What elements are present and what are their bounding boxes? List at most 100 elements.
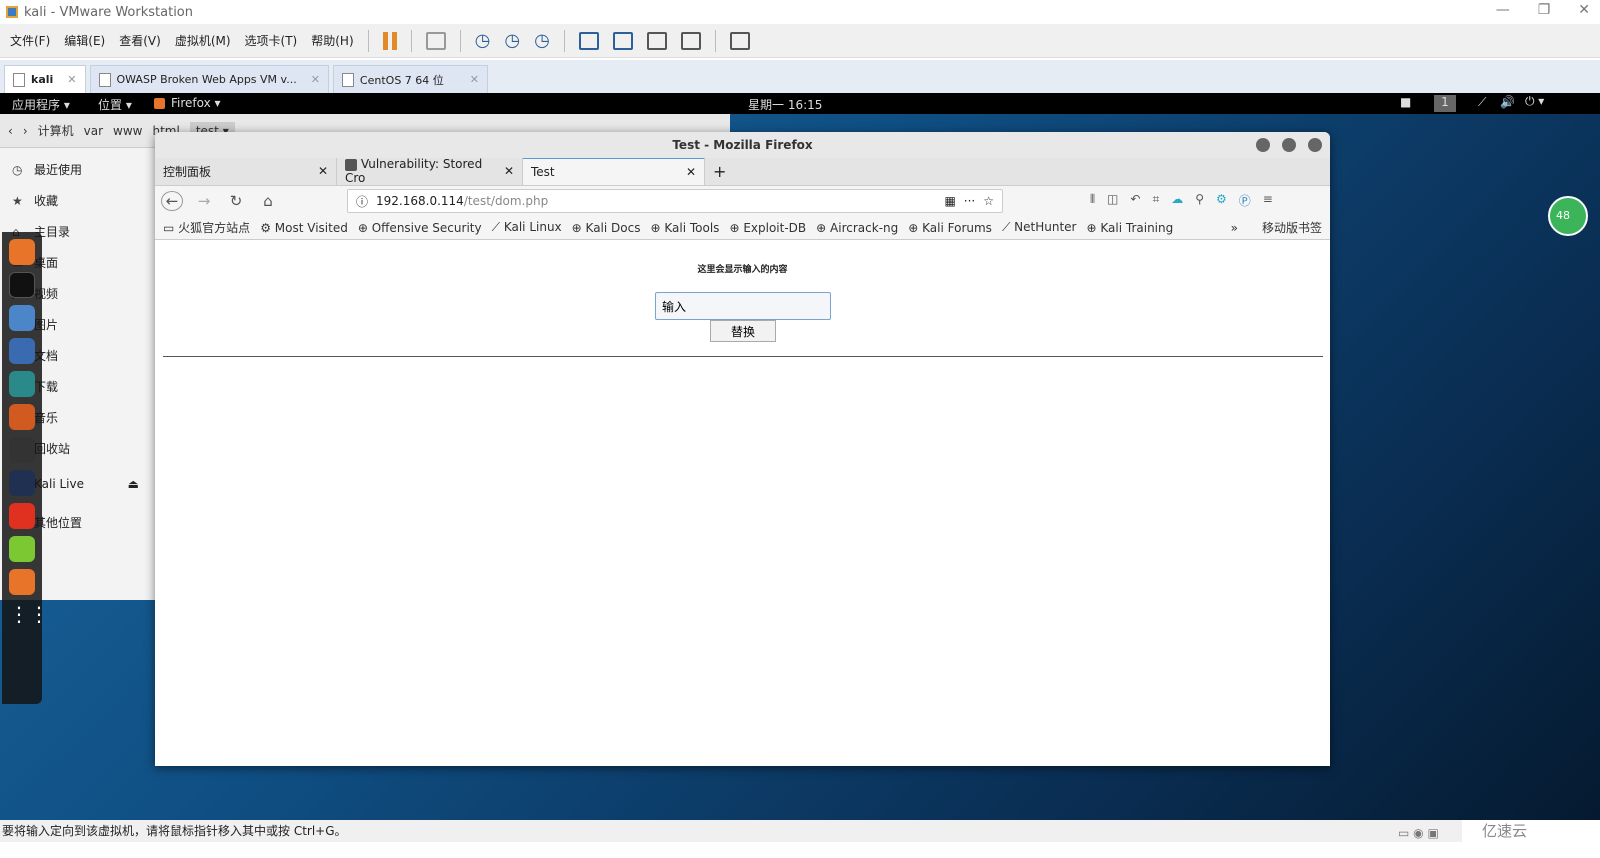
library-icon[interactable] <box>578 31 599 50</box>
bookmark-item[interactable]: ⚙ Most Visited <box>260 221 348 235</box>
firefox-dock-icon[interactable] <box>9 239 35 265</box>
url-bar[interactable]: ⓘ 192.168.0.114/test/dom.php ▦ ··· ☆ <box>347 189 1003 213</box>
thumbnail-icon[interactable] <box>729 31 750 50</box>
restore-button[interactable]: ❐ <box>1538 2 1551 18</box>
menu-tabs[interactable]: 选项卡(T) <box>245 32 298 49</box>
new-tab-button[interactable]: + <box>705 157 734 185</box>
burpsuite-dock-icon[interactable] <box>9 404 35 430</box>
forward-button[interactable]: → <box>193 192 215 210</box>
forward-button[interactable]: › <box>23 124 28 138</box>
path-www[interactable]: www <box>113 124 142 138</box>
show-apps-icon[interactable]: ⋮⋮ <box>9 602 49 628</box>
menu-vm[interactable]: 虚拟机(M) <box>175 32 231 49</box>
undo-icon[interactable]: ↶ <box>1130 192 1140 209</box>
bookmark-item[interactable]: ⟋ NetHunter <box>1002 220 1077 235</box>
snapshot-icon[interactable]: ◷ <box>475 30 491 51</box>
gear-extension-icon[interactable]: ⚙ <box>1216 192 1227 209</box>
tab-vulnerability[interactable]: Vulnerability: Stored Cro ✕ <box>337 157 523 185</box>
workspace-indicator[interactable]: 1 <box>1434 95 1456 112</box>
bookmark-item[interactable]: ⟋ Kali Linux <box>492 220 562 235</box>
mobile-bookmarks[interactable]: 移动版书签 <box>1262 219 1322 236</box>
close-button[interactable]: ✕ <box>1578 2 1590 18</box>
maltego-dock-icon[interactable] <box>9 437 35 463</box>
metasploit-dock-icon[interactable] <box>9 338 35 364</box>
bookmark-star-icon[interactable]: ☆ <box>983 194 994 208</box>
home-button[interactable]: ⌂ <box>257 192 279 210</box>
search-extension-icon[interactable]: ⚲ <box>1195 192 1204 209</box>
notes-dock-icon[interactable] <box>9 536 35 562</box>
minimize-button[interactable]: — <box>1496 2 1510 18</box>
bookmark-item[interactable]: ⊕ Kali Training <box>1087 221 1174 235</box>
info-icon[interactable]: ⓘ <box>356 193 368 210</box>
close-tab-icon[interactable]: ✕ <box>686 165 696 179</box>
cloud-icon[interactable]: ☁ <box>1171 192 1183 209</box>
bookmark-item[interactable]: ▭ 火狐官方站点 <box>163 219 250 236</box>
kali-top-bar: 应用程序 ▾ 位置 ▾ Firefox ▾ 星期一 16:15 ■ 1 ⟋ 🔊 … <box>0 93 1600 114</box>
video-camera-icon[interactable]: ■ <box>1400 95 1411 109</box>
console-view-icon[interactable] <box>612 31 633 50</box>
power-icon[interactable]: ⏻ ▾ <box>1525 94 1544 109</box>
p-extension-icon[interactable]: Ⓟ <box>1239 192 1251 209</box>
qr-code-icon[interactable]: ▦ <box>944 194 955 208</box>
replace-button[interactable]: 替换 <box>710 320 776 342</box>
sidebar-item[interactable]: ★ 收藏 <box>0 185 155 216</box>
volume-icon[interactable]: 🔊 <box>1500 95 1515 109</box>
fullscreen-icon[interactable] <box>646 31 667 50</box>
minimize-button[interactable] <box>1256 138 1270 152</box>
bookmark-item[interactable]: ⊕ Exploit-DB <box>729 221 806 235</box>
close-tab-icon[interactable]: ✕ <box>318 164 328 178</box>
menu-icon[interactable]: ≡ <box>1263 192 1273 209</box>
places-menu[interactable]: 位置 ▾ <box>98 96 132 113</box>
applications-menu[interactable]: 应用程序 ▾ <box>12 96 70 113</box>
network-icon[interactable]: ⟋ <box>1478 95 1486 110</box>
sidebar-item[interactable]: ◷ 最近使用 <box>0 154 155 185</box>
unity-icon[interactable] <box>680 31 701 50</box>
tab-centos[interactable]: CentOS 7 64 位 ✕ <box>332 65 488 93</box>
bookmark-item[interactable]: ⊕ Kali Docs <box>572 221 641 235</box>
tab-owasp[interactable]: OWASP Broken Web Apps VM v... ✕ <box>89 65 329 93</box>
tab-control-panel[interactable]: 控制面板 ✕ <box>155 157 337 185</box>
close-tab-icon[interactable]: ✕ <box>504 164 514 178</box>
menu-view[interactable]: 查看(V) <box>119 32 161 49</box>
menu-help[interactable]: 帮助(H) <box>311 32 353 49</box>
bookmarks-overflow-icon[interactable]: » <box>1231 221 1238 235</box>
reload-button[interactable]: ↻ <box>225 192 247 210</box>
path-computer[interactable]: 计算机 <box>38 122 74 139</box>
tab-test[interactable]: Test ✕ <box>523 157 705 185</box>
text-input[interactable] <box>655 292 831 320</box>
send-keys-icon[interactable] <box>425 31 446 50</box>
page-actions-icon[interactable]: ··· <box>964 194 975 208</box>
bookmark-item[interactable]: ⊕ Kali Forums <box>908 221 992 235</box>
files-dock-icon[interactable] <box>9 305 35 331</box>
back-button[interactable]: ← <box>161 191 183 211</box>
bookmark-item[interactable]: ⊕ Kali Tools <box>650 221 719 235</box>
tab-kali[interactable]: kali ✕ <box>4 65 86 93</box>
firefox-app-menu[interactable]: Firefox ▾ <box>171 96 221 110</box>
notification-badge[interactable]: 48 <box>1548 196 1588 236</box>
menu-file[interactable]: 文件(F) <box>10 32 50 49</box>
clock[interactable]: 星期一 16:15 <box>748 96 822 113</box>
back-button[interactable]: ‹ <box>8 124 13 138</box>
snapshot-manager-icon[interactable]: ◷ <box>534 30 550 51</box>
beef-dock-icon[interactable] <box>9 470 35 496</box>
armitage-dock-icon[interactable] <box>9 371 35 397</box>
library-icon[interactable]: ⫴ <box>1090 192 1095 209</box>
maximize-button[interactable] <box>1282 138 1296 152</box>
close-tab-icon[interactable]: ✕ <box>67 73 76 86</box>
bookmark-item[interactable]: ⊕ Offensive Security <box>358 221 482 235</box>
close-tab-icon[interactable]: ✕ <box>311 73 320 86</box>
terminal-dock-icon[interactable] <box>9 272 35 298</box>
sidebar-icon[interactable]: ◫ <box>1107 192 1118 209</box>
revert-snapshot-icon[interactable]: ◷ <box>504 30 520 51</box>
pause-icon[interactable] <box>382 31 397 50</box>
menu-edit[interactable]: 编辑(E) <box>64 32 105 49</box>
close-tab-icon[interactable]: ✕ <box>470 73 479 86</box>
bookmark-item[interactable]: ⊕ Aircrack-ng <box>816 221 898 235</box>
crop-icon[interactable]: ⌗ <box>1152 192 1159 209</box>
firefox-dock-icon-2[interactable] <box>9 569 35 595</box>
path-var[interactable]: var <box>84 124 103 138</box>
faraday-dock-icon[interactable] <box>9 503 35 529</box>
device-icons[interactable]: ▭ ◉ ▣ <box>1398 822 1439 844</box>
eject-icon[interactable]: ⏏ <box>128 477 139 491</box>
close-button[interactable] <box>1308 138 1322 152</box>
